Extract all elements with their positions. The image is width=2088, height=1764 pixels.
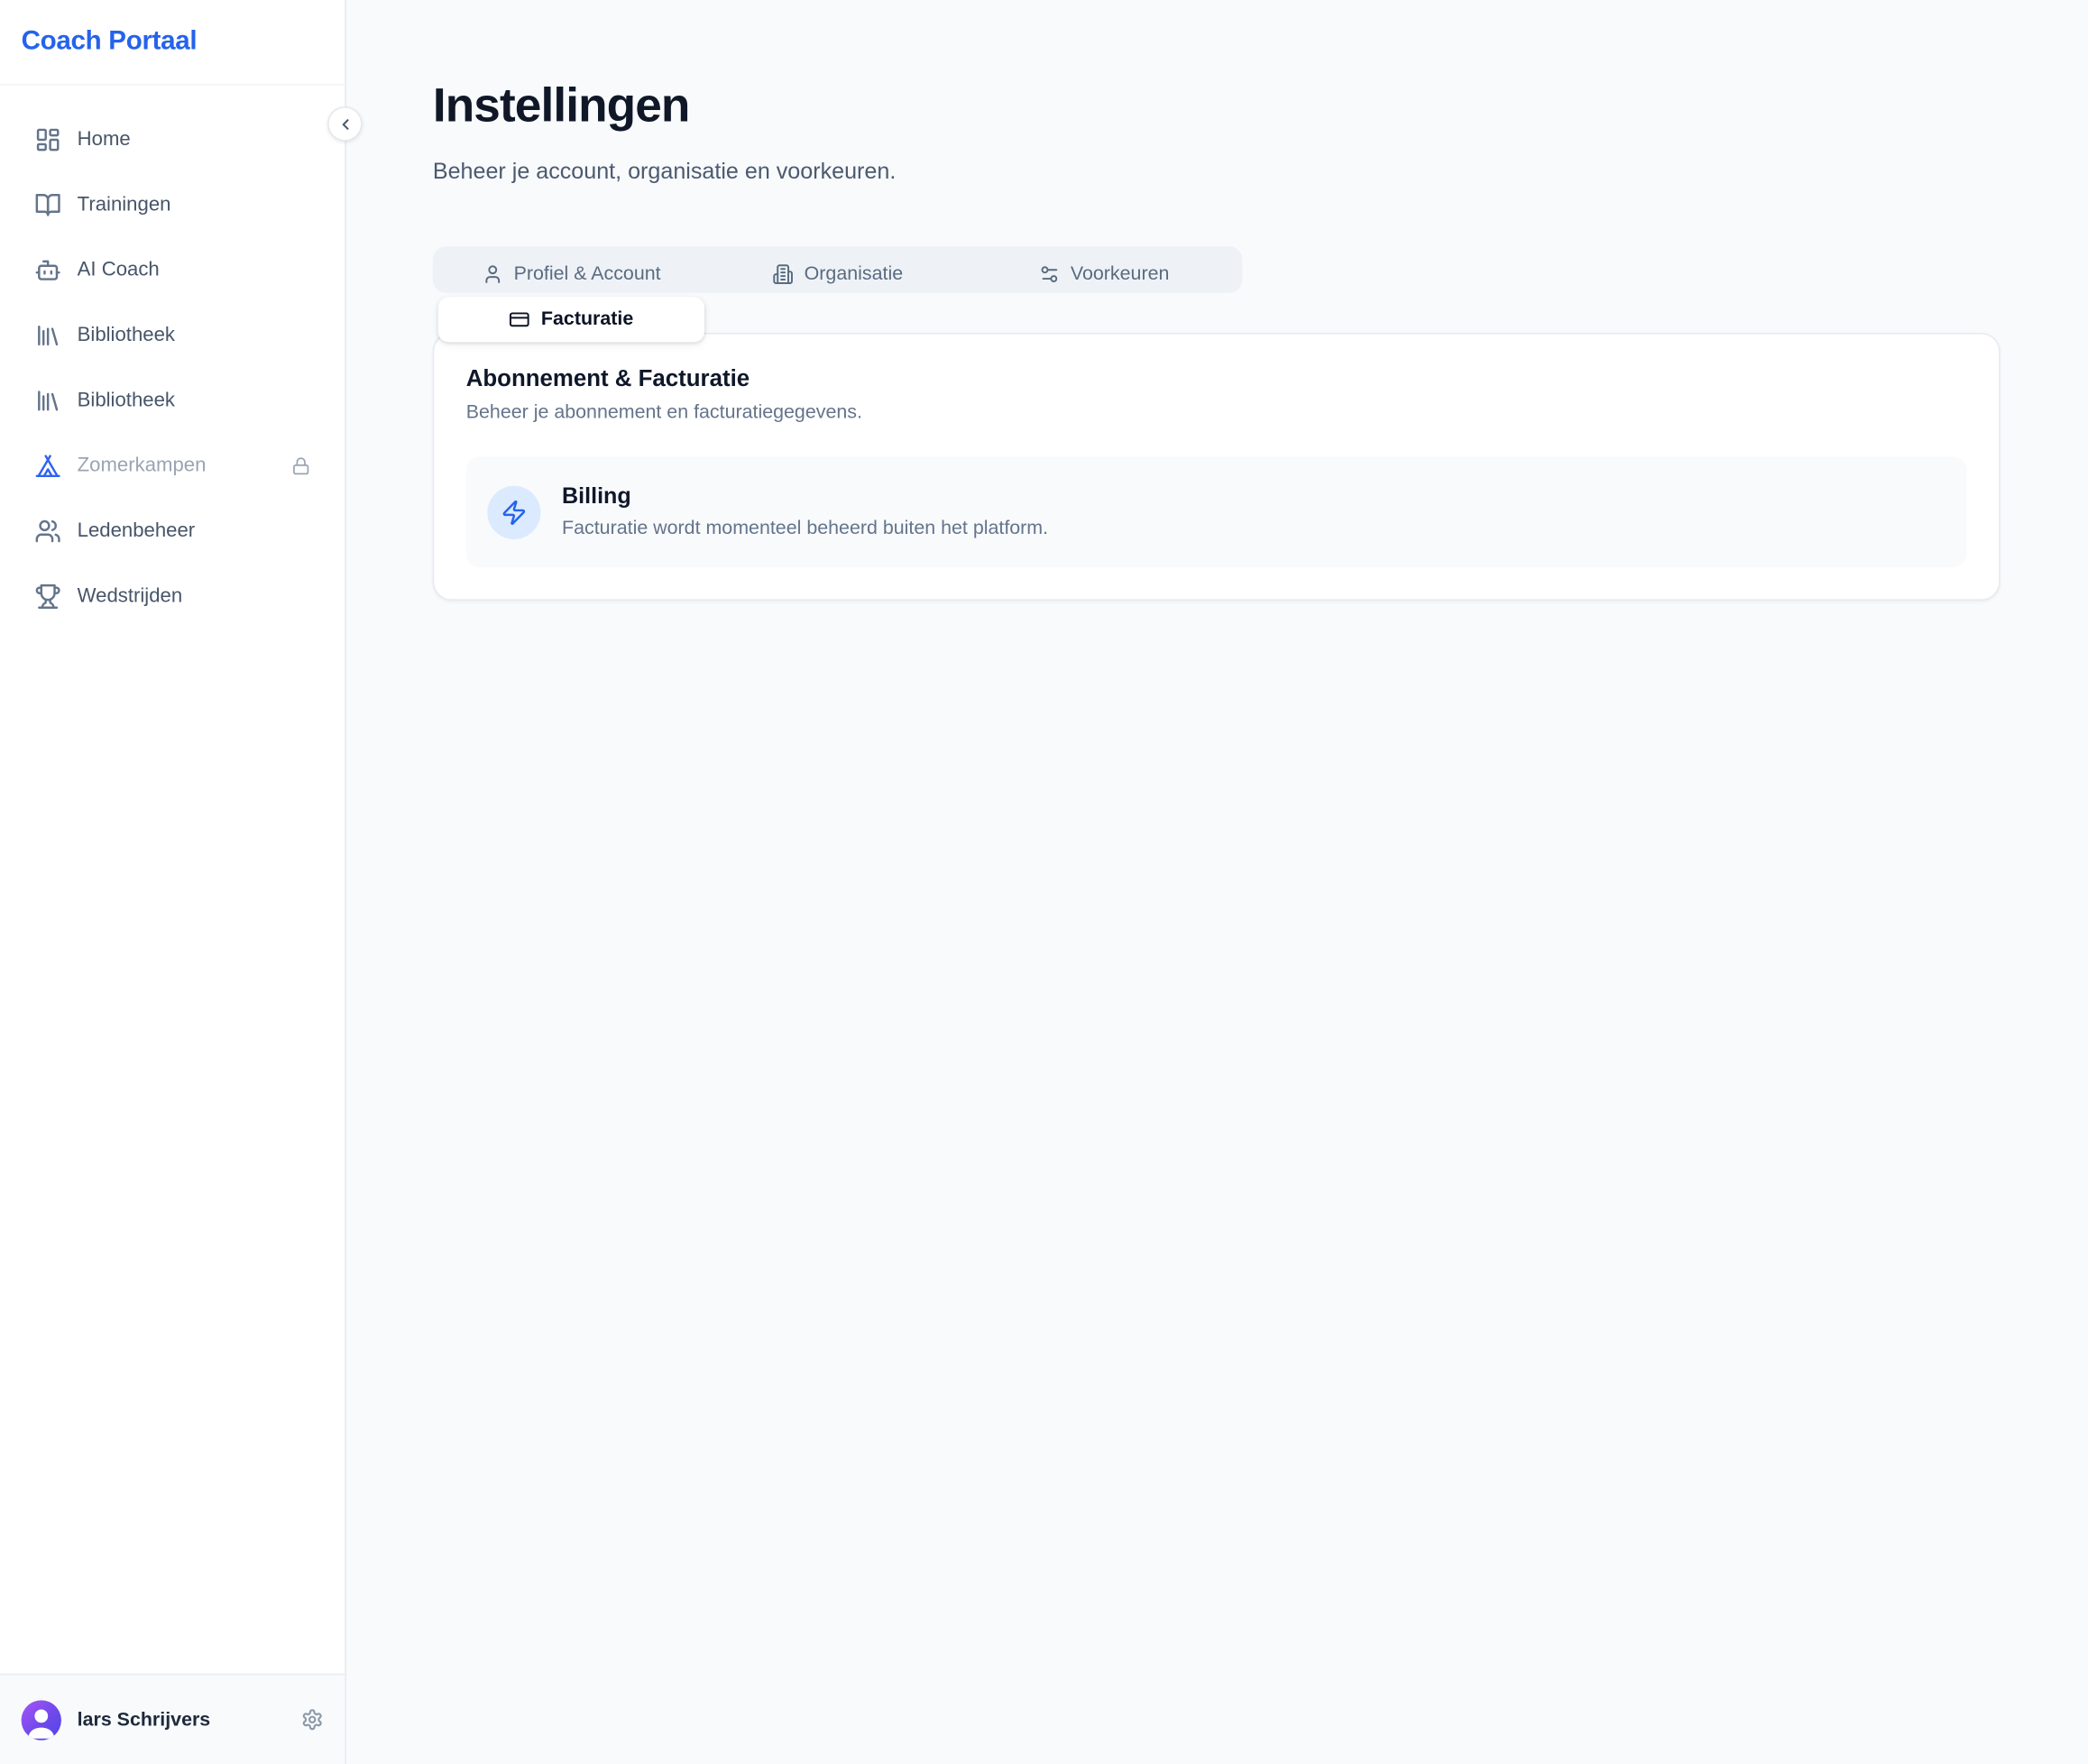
user-silhouette-icon [22,1700,61,1740]
sidebar-item-ai-coach[interactable]: AI Coach [22,243,324,298]
chevron-left-icon [336,115,354,133]
layout-dashboard-icon [34,126,61,153]
book-open-icon [34,191,61,218]
card-description: Beheer je abonnement en facturatiegegeve… [466,400,1967,425]
user-settings-button[interactable] [301,1708,324,1731]
billing-text: Billing Facturatie wordt momenteel behee… [562,482,1048,541]
sidebar-item-label: Trainingen [78,193,171,216]
coach-portal-app: Coach Portaal Home Trainingen AI Coach [0,0,2088,1764]
settings-tabs: Profiel & Account Organisatie Voorkeuren… [433,246,1243,293]
sidebar-collapse-button[interactable] [327,106,362,141]
page-title: Instellingen [433,75,2001,136]
tab-voorkeuren[interactable]: Voorkeuren [970,252,1237,297]
tab-organisatie[interactable]: Organisatie [704,252,970,297]
sidebar-item-bibliotheek-2[interactable]: Bibliotheek [22,372,324,427]
avatar [22,1700,61,1740]
library-icon [34,387,61,414]
sidebar-item-zomerkampen[interactable]: Zomerkampen [22,438,324,493]
sidebar-item-trainingen[interactable]: Trainingen [22,177,324,232]
user-section: lars Schrijvers [0,1674,345,1764]
billing-card: Abonnement & Facturatie Beheer je abonne… [433,333,2001,601]
sidebar-item-label: Home [78,128,131,151]
billing-title: Billing [562,482,1048,510]
users-icon [34,518,61,545]
library-icon [34,322,61,349]
bot-icon [34,256,61,283]
sidebar-item-wedstrijden[interactable]: Wedstrijden [22,568,324,623]
building-icon [772,263,794,285]
billing-row: Billing Facturatie wordt momenteel behee… [466,456,1967,567]
sidebar-item-home[interactable]: Home [22,112,324,167]
lock-icon [291,456,310,475]
user-icon [482,263,503,285]
tab-label: Facturatie [541,309,633,331]
billing-description: Facturatie wordt momenteel beheerd buite… [562,517,1048,542]
zap-icon [501,499,528,526]
tab-profiel-account[interactable]: Profiel & Account [438,252,704,297]
credit-card-icon [509,309,530,331]
sidebar-item-label: Zomerkampen [78,454,207,476]
sidebar-nav: Home Trainingen AI Coach Bibliotheek Bib… [0,85,345,649]
card-title: Abonnement & Facturatie [466,366,1967,390]
gear-icon [301,1708,324,1731]
tab-label: Organisatie [805,263,903,285]
sidebar-item-ledenbeheer[interactable]: Ledenbeheer [22,503,324,558]
page-subtitle: Beheer je account, organisatie en voorke… [433,157,2001,186]
sidebar-item-label: Bibliotheek [78,324,175,346]
tab-facturatie[interactable]: Facturatie [438,297,704,342]
tab-label: Profiel & Account [514,263,661,285]
sidebar-item-label: Wedstrijden [78,584,183,607]
sidebar-item-label: Ledenbeheer [78,519,196,542]
trophy-icon [34,583,61,610]
sidebar-item-bibliotheek-1[interactable]: Bibliotheek [22,308,324,363]
sidebar-header: Coach Portaal [0,0,345,85]
tent-icon [34,452,61,479]
tab-label: Voorkeuren [1071,263,1170,285]
brand-logo: Coach Portaal [22,27,198,58]
sliders-icon [1038,263,1060,285]
sidebar-item-label: AI Coach [78,258,160,280]
main-content: Instellingen Beheer je account, organisa… [346,0,2088,1764]
billing-icon-circle [487,485,540,538]
sidebar: Coach Portaal Home Trainingen AI Coach [0,0,346,1764]
sidebar-item-label: Bibliotheek [78,389,175,411]
user-name: lars Schrijvers [78,1709,211,1731]
